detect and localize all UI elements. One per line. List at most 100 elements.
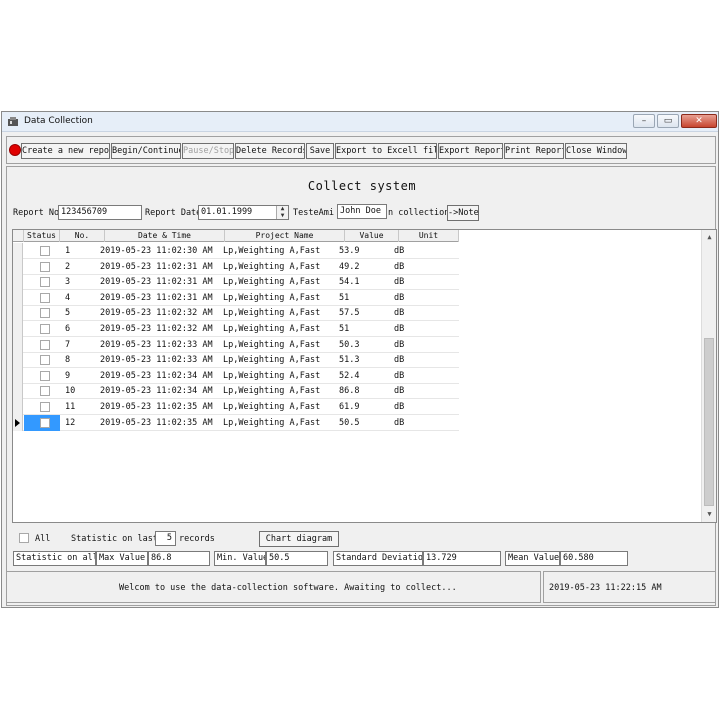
table-row[interactable]: 5 2019-05-23 11:02:32 AM Lp,Weighting A,Fa…: [13, 305, 459, 322]
minimize-button[interactable]: –: [633, 114, 655, 128]
last-count-input[interactable]: 5: [155, 531, 176, 546]
row-header[interactable]: [13, 399, 23, 415]
scroll-thumb[interactable]: [704, 338, 714, 506]
table-row[interactable]: 12 2019-05-23 11:02:35 AM Lp,Weighting A,F…: [13, 414, 459, 431]
table-row[interactable]: 8 2019-05-23 11:02:33 AM Lp,Weighting A,Fa…: [13, 352, 459, 369]
table-row[interactable]: 2 2019-05-23 11:02:31 AM Lp,Weighting A,Fa…: [13, 258, 459, 275]
cell-datetime: 2019-05-23 11:02:30 AM: [100, 246, 213, 256]
data-collection-window: Data Collection – ▭ ✕ Create a new repor…: [1, 111, 719, 608]
report-date-label: Report Date: [145, 208, 202, 218]
report-no-input[interactable]: 123456709: [58, 205, 142, 220]
close-window-toolbar-button[interactable]: Close Window: [565, 143, 627, 159]
records-grid[interactable]: Status No. Date & Time Project Name Valu…: [12, 229, 717, 523]
tester-input[interactable]: John Doe: [337, 204, 387, 219]
cell-unit: dB: [394, 308, 405, 319]
scroll-down-icon[interactable]: ▼: [702, 507, 716, 522]
maximize-button[interactable]: ▭: [657, 114, 679, 128]
table-row[interactable]: 11 2019-05-23 11:02:35 AM Lp,Weighting A,F…: [13, 399, 459, 415]
cell-no: 8: [65, 355, 71, 366]
column-no[interactable]: No.: [60, 230, 105, 242]
print-report-button[interactable]: Print Report: [504, 143, 564, 159]
cell-datetime: 2019-05-23 11:02:35 AM: [100, 417, 213, 428]
cell-datetime: 2019-05-23 11:02:33 AM: [100, 339, 213, 350]
status-checkbox[interactable]: [40, 308, 50, 319]
status-checkbox[interactable]: [40, 277, 50, 288]
cell-value: 50.5: [339, 417, 360, 428]
report-no-label: Report No: [13, 208, 60, 218]
status-checkbox[interactable]: [40, 261, 50, 272]
vertical-scrollbar[interactable]: ▲ ▼: [701, 230, 716, 522]
row-header[interactable]: [13, 321, 23, 337]
cell-unit: dB: [394, 402, 405, 412]
cell-value: 52.4: [339, 370, 360, 381]
status-checkbox[interactable]: [40, 417, 50, 428]
cell-value: 50.3: [339, 339, 360, 350]
all-checkbox[interactable]: [19, 533, 29, 543]
cell-project: Lp,Weighting A,Fast: [223, 277, 321, 288]
export-excel-button[interactable]: Export to Excell file: [335, 143, 437, 159]
chart-diagram-button[interactable]: Chart diagram: [259, 531, 339, 547]
note-button[interactable]: ->Note: [447, 205, 479, 221]
table-row[interactable]: 4 2019-05-23 11:02:31 AM Lp,Weighting A,Fa…: [13, 289, 459, 306]
column-datetime[interactable]: Date & Time: [105, 230, 225, 242]
column-value[interactable]: Value: [345, 230, 399, 242]
cell-datetime: 2019-05-23 11:02:32 AM: [100, 324, 213, 334]
toolbar: Create a new report Begin/Continue Pause…: [6, 136, 716, 164]
row-header[interactable]: [13, 414, 23, 431]
max-value-label: Max Value: [96, 551, 148, 566]
status-checkbox[interactable]: [40, 370, 50, 381]
column-status[interactable]: Status: [24, 230, 60, 242]
row-header[interactable]: [13, 243, 23, 259]
row-header[interactable]: [13, 274, 23, 291]
min-value-field: 50.5: [266, 551, 328, 566]
cell-datetime: 2019-05-23 11:02:34 AM: [100, 386, 213, 397]
save-button[interactable]: Save: [306, 143, 334, 159]
cell-project: Lp,Weighting A,Fast: [223, 402, 321, 412]
records-label: records: [179, 534, 215, 544]
row-header[interactable]: [13, 367, 23, 384]
scroll-up-icon[interactable]: ▲: [702, 230, 716, 245]
table-row[interactable]: 1 2019-05-23 11:02:30 AM Lp,Weighting A,Fa…: [13, 243, 459, 259]
row-header[interactable]: [13, 383, 23, 400]
cell-unit: dB: [394, 370, 405, 381]
status-checkbox[interactable]: [40, 292, 50, 303]
table-row[interactable]: 10 2019-05-23 11:02:34 AM Lp,Weighting A,F…: [13, 383, 459, 400]
table-row[interactable]: 3 2019-05-23 11:02:31 AM Lp,Weighting A,Fa…: [13, 274, 459, 291]
delete-records-button[interactable]: Delete Records: [235, 143, 305, 159]
record-indicator-icon: [9, 144, 21, 156]
status-checkbox[interactable]: [40, 402, 50, 412]
row-header[interactable]: [13, 258, 23, 275]
grid-header: Status No. Date & Time Project Name Valu…: [13, 230, 459, 242]
status-checkbox[interactable]: [40, 246, 50, 256]
column-unit[interactable]: Unit: [399, 230, 459, 242]
close-window-button[interactable]: ✕: [681, 114, 717, 128]
table-row[interactable]: 9 2019-05-23 11:02:34 AM Lp,Weighting A,Fa…: [13, 367, 459, 384]
table-row[interactable]: 6 2019-05-23 11:02:32 AM Lp,Weighting A,Fa…: [13, 321, 459, 337]
column-project[interactable]: Project Name: [225, 230, 345, 242]
table-row[interactable]: 7 2019-05-23 11:02:33 AM Lp,Weighting A,Fa…: [13, 336, 459, 353]
date-spin-icon[interactable]: ▲ ▼: [276, 206, 288, 219]
cell-value: 49.2: [339, 261, 360, 272]
export-report-button[interactable]: Export Report: [438, 143, 503, 159]
pause-stop-button[interactable]: Pause/Stop: [182, 143, 234, 159]
statistic-on-last-label: Statistic on last: [71, 534, 158, 544]
min-value-label: Min. Value: [214, 551, 266, 566]
app-icon: [8, 117, 18, 126]
cell-project: Lp,Weighting A,Fast: [223, 246, 321, 256]
status-checkbox[interactable]: [40, 386, 50, 397]
row-header[interactable]: [13, 305, 23, 322]
title-bar[interactable]: Data Collection – ▭ ✕: [2, 112, 718, 132]
row-header[interactable]: [13, 289, 23, 306]
status-checkbox[interactable]: [40, 324, 50, 334]
max-value-field: 86.8: [148, 551, 210, 566]
mean-value-field: 60.580: [560, 551, 628, 566]
status-checkbox[interactable]: [40, 339, 50, 350]
create-report-button[interactable]: Create a new report: [21, 143, 110, 159]
status-checkbox[interactable]: [40, 355, 50, 366]
cell-unit: dB: [394, 339, 405, 350]
report-date-picker[interactable]: 01.01.1999 ▲ ▼: [198, 205, 289, 220]
row-header[interactable]: [13, 352, 23, 369]
cell-unit: dB: [394, 417, 405, 428]
begin-continue-button[interactable]: Begin/Continue: [111, 143, 181, 159]
row-header[interactable]: [13, 336, 23, 353]
